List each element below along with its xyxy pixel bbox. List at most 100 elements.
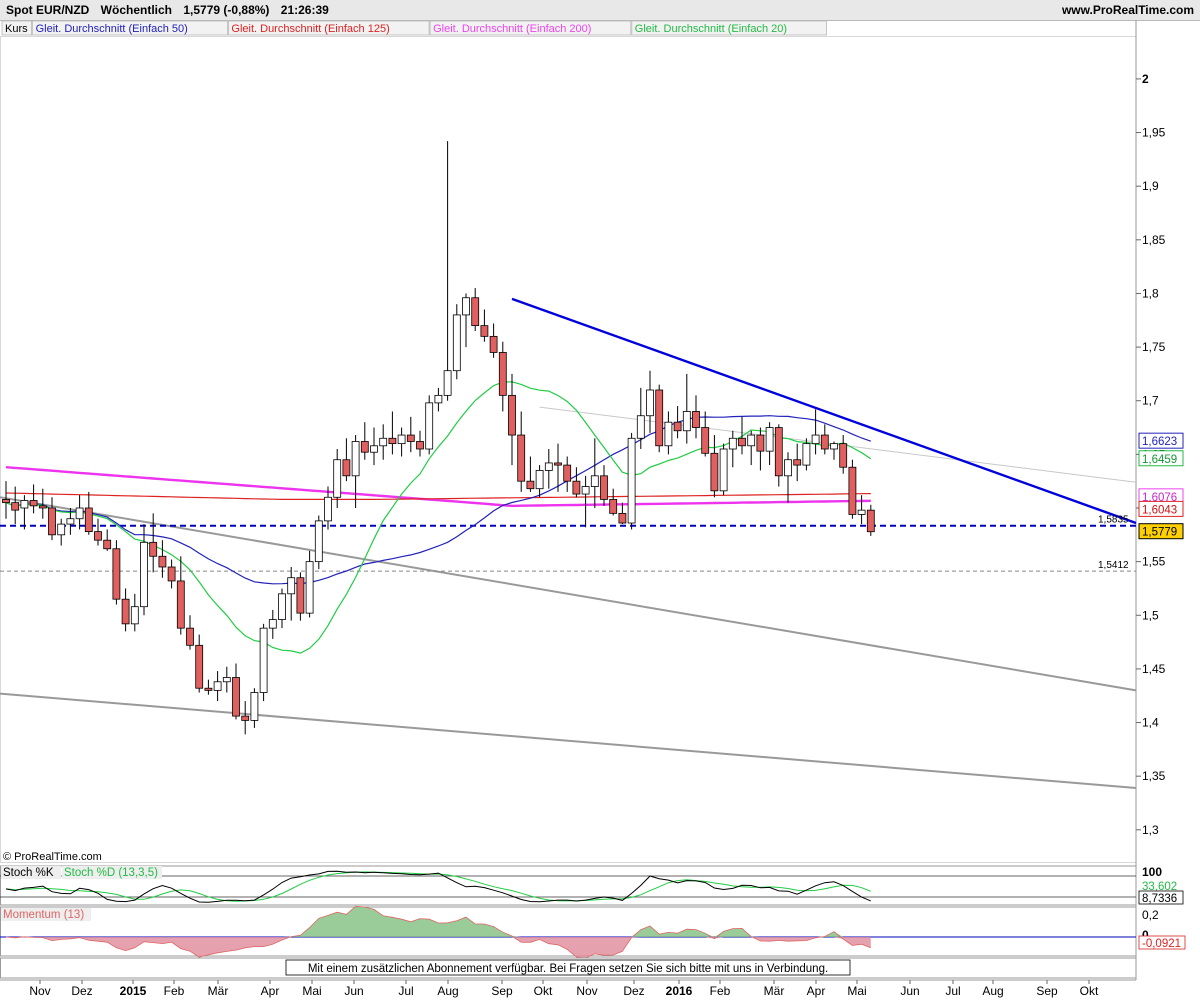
candle bbox=[333, 459, 342, 498]
candle bbox=[84, 507, 93, 533]
momentum-title: Momentum (13) bbox=[3, 909, 84, 921]
candle bbox=[784, 459, 792, 477]
time-axis-label: Mär bbox=[208, 984, 229, 998]
candle bbox=[232, 677, 240, 717]
price-tick-label: 1,95 bbox=[1142, 126, 1166, 140]
candle bbox=[802, 443, 811, 466]
candle bbox=[222, 677, 231, 683]
candle bbox=[774, 427, 783, 477]
candle bbox=[664, 421, 673, 447]
legend-item-label: Kurs bbox=[5, 23, 28, 35]
candle bbox=[554, 462, 562, 466]
time-axis-label: Jun bbox=[900, 984, 919, 998]
candle bbox=[452, 314, 461, 372]
price-tick-label: 1,7 bbox=[1142, 394, 1159, 408]
candle bbox=[48, 507, 56, 536]
stoch-d-title: Stoch %D (13,3,5) bbox=[64, 867, 158, 879]
candle bbox=[489, 335, 498, 353]
candle bbox=[314, 520, 323, 563]
candle bbox=[692, 411, 700, 428]
candle bbox=[600, 475, 608, 500]
sma-125-line bbox=[5, 492, 871, 500]
candle bbox=[370, 445, 378, 453]
candle bbox=[250, 692, 259, 721]
stoch-k-value: 8,7336 bbox=[1142, 893, 1177, 905]
candle bbox=[793, 459, 802, 466]
candle bbox=[646, 389, 654, 417]
candle bbox=[351, 441, 360, 477]
candle bbox=[268, 619, 277, 629]
candle bbox=[75, 507, 84, 520]
candle bbox=[563, 464, 572, 482]
candle bbox=[112, 548, 121, 600]
candle bbox=[140, 541, 148, 608]
subscription-notice: Mit einem zusätzlichen Abonnement verfüg… bbox=[308, 963, 828, 975]
candle bbox=[618, 512, 627, 524]
candle bbox=[572, 480, 581, 495]
candle bbox=[416, 441, 424, 450]
time-axis-label: Apr bbox=[261, 984, 280, 998]
time-axis-label: Mai bbox=[847, 984, 866, 998]
candle bbox=[103, 539, 112, 550]
level-label: 1,5835 bbox=[1098, 515, 1129, 526]
candle bbox=[719, 448, 728, 492]
candle bbox=[94, 531, 102, 541]
candle bbox=[462, 297, 470, 316]
time-axis-label: Aug bbox=[437, 984, 458, 998]
candle bbox=[259, 627, 268, 693]
candle bbox=[535, 470, 544, 490]
time-axis-label: Dez bbox=[623, 984, 644, 998]
candle bbox=[20, 500, 29, 509]
candle bbox=[360, 441, 369, 453]
stoch-panel-frame bbox=[0, 865, 1137, 906]
candle bbox=[186, 627, 194, 646]
candle bbox=[811, 434, 820, 445]
candle bbox=[11, 502, 20, 511]
candle bbox=[305, 561, 314, 614]
time-axis-label: Apr bbox=[807, 984, 826, 998]
candle bbox=[830, 443, 838, 450]
candle bbox=[149, 541, 158, 557]
time-axis-label: Feb bbox=[710, 984, 731, 998]
candle bbox=[756, 434, 765, 452]
price-tick-label: 1,75 bbox=[1142, 340, 1166, 354]
time-axis-label: Dez bbox=[71, 984, 92, 998]
candle bbox=[342, 459, 351, 477]
candle bbox=[609, 499, 618, 514]
candle bbox=[397, 434, 406, 445]
candle bbox=[443, 370, 452, 396]
price-tick-label: 1,8 bbox=[1142, 286, 1159, 300]
candle bbox=[866, 509, 875, 533]
candle bbox=[820, 434, 829, 450]
price-tick-label: 1,45 bbox=[1142, 662, 1166, 676]
candle bbox=[388, 437, 397, 445]
candle bbox=[508, 394, 516, 436]
candle bbox=[682, 411, 691, 432]
sma-200-line bbox=[5, 466, 871, 508]
candle bbox=[655, 389, 664, 447]
candle bbox=[471, 297, 480, 327]
candle bbox=[590, 475, 599, 487]
candle bbox=[425, 402, 434, 450]
time-axis-label: Sep bbox=[491, 984, 513, 998]
price-tick-label: 2 bbox=[1142, 72, 1149, 86]
candle bbox=[544, 462, 553, 471]
candle bbox=[167, 566, 176, 582]
candle bbox=[526, 480, 535, 490]
candle bbox=[710, 452, 719, 492]
candle bbox=[701, 427, 710, 454]
candle bbox=[204, 687, 213, 691]
candle bbox=[213, 681, 222, 691]
price-value-label: 1,5779 bbox=[1142, 527, 1177, 539]
time-axis-label: Jul bbox=[398, 984, 413, 998]
price-tick-label: 1,3 bbox=[1142, 823, 1159, 837]
candle bbox=[158, 555, 167, 568]
momentum-value: -0,0921 bbox=[1142, 938, 1181, 950]
candle bbox=[29, 500, 38, 507]
candle bbox=[747, 434, 756, 447]
candle bbox=[636, 415, 645, 439]
candle bbox=[517, 434, 526, 482]
legend-item-label: Gleit. Durchschnitt (Einfach 20) bbox=[635, 23, 787, 35]
price-value-label: 1,6459 bbox=[1142, 454, 1177, 466]
level-label: 1,5412 bbox=[1098, 560, 1129, 571]
